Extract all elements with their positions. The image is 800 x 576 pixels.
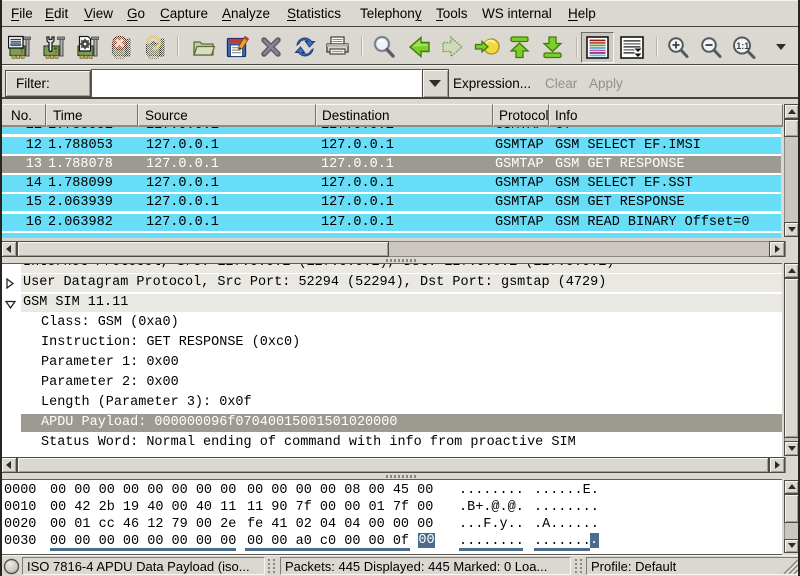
svg-text:1:1: 1:1 [736,41,749,51]
